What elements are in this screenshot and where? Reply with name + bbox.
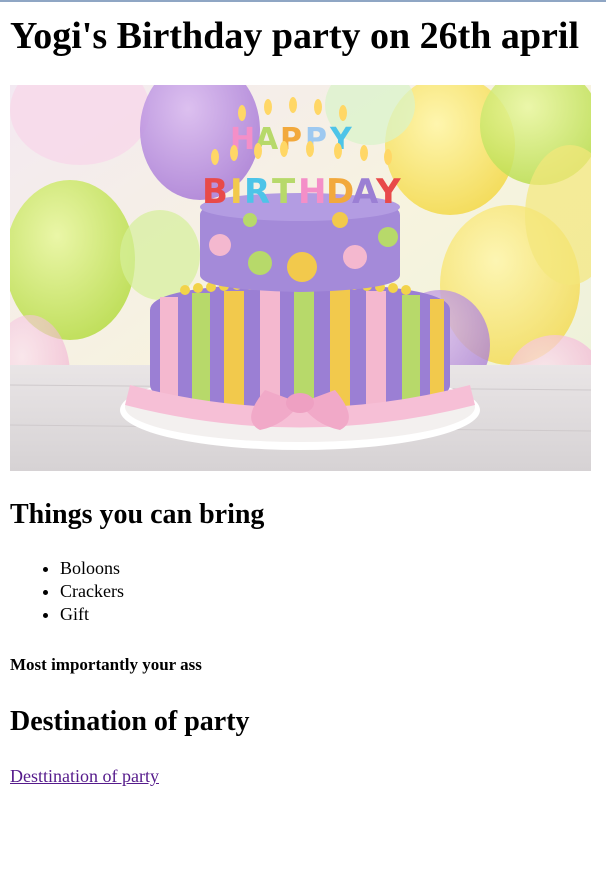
window-top-border <box>0 0 606 2</box>
destination-heading: Destination of party <box>10 706 250 737</box>
svg-text:D: D <box>326 172 354 212</box>
svg-text:Y: Y <box>375 172 401 212</box>
birthday-cake-image: H A P P Y B I R T H D A Y <box>10 85 591 471</box>
svg-text:T: T <box>272 172 296 212</box>
destination-link[interactable]: Desttination of party <box>10 765 159 787</box>
list-item: Boloons <box>60 557 124 580</box>
svg-text:I: I <box>230 172 243 212</box>
list-item: Gift <box>60 603 124 626</box>
bring-list: Boloons Crackers Gift <box>10 557 124 626</box>
list-item: Crackers <box>60 580 124 603</box>
bring-heading: Things you can bring <box>10 499 265 530</box>
svg-text:H: H <box>298 172 326 212</box>
important-note: Most importantly your ass <box>10 655 202 674</box>
page-title: Yogi's Birthday party on 26th april <box>10 15 580 57</box>
svg-text:A: A <box>352 172 379 212</box>
svg-text:B: B <box>202 172 228 212</box>
svg-text:R: R <box>244 172 270 212</box>
